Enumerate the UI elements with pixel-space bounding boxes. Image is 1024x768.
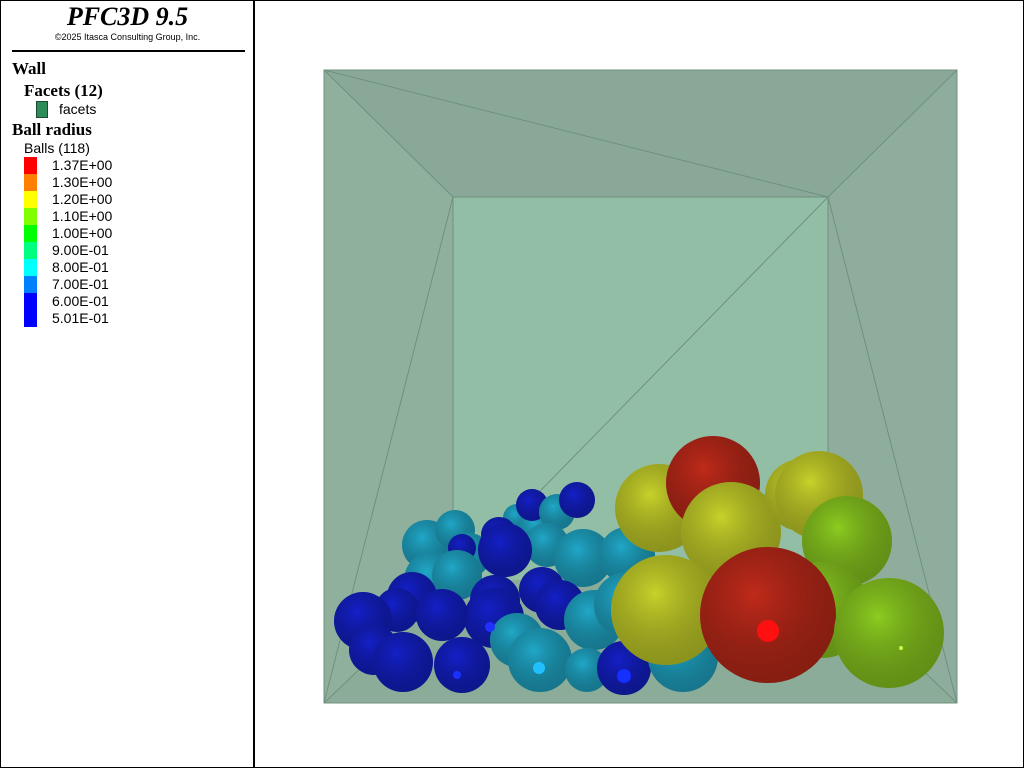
scale-label: 6.00E-01 <box>52 293 109 309</box>
balls-count-label: Balls (118) <box>24 140 90 156</box>
title-divider <box>12 50 245 52</box>
ball-center-marker <box>899 646 903 650</box>
scale-swatch <box>24 174 37 191</box>
scale-label: 8.00E-01 <box>52 259 109 275</box>
ball-center-marker <box>533 662 545 674</box>
scale-swatch <box>24 310 37 327</box>
scale-label: 1.00E+00 <box>52 225 113 241</box>
pfc3d-window: PFC3D 9.5 ©2025 Itasca Consulting Group,… <box>0 0 1024 768</box>
scale-swatch <box>24 276 37 293</box>
scale-swatch <box>24 293 37 310</box>
facets-swatch <box>36 101 48 118</box>
3d-viewport[interactable] <box>257 0 1024 768</box>
ball-shading <box>834 578 944 688</box>
scale-label: 7.00E-01 <box>52 276 109 292</box>
ball-shading <box>508 628 572 692</box>
ball-shading <box>478 523 532 577</box>
scale-label: 1.20E+00 <box>52 191 113 207</box>
scale-swatch <box>24 225 37 242</box>
ball-shading <box>559 482 595 518</box>
scale-label: 1.10E+00 <box>52 208 113 224</box>
copyright-text: ©2025 Itasca Consulting Group, Inc. <box>54 32 201 42</box>
legend-panel: PFC3D 9.5 ©2025 Itasca Consulting Group,… <box>0 0 255 768</box>
facets-heading: Facets (12) <box>24 81 103 100</box>
ball-center-marker <box>453 671 461 679</box>
scale-label: 1.30E+00 <box>52 174 113 190</box>
ball-shading <box>434 637 490 693</box>
ball-shading <box>373 632 433 692</box>
scale-swatch <box>24 208 37 225</box>
scale-label: 9.00E-01 <box>52 242 109 258</box>
ball-radius-heading: Ball radius <box>12 120 92 139</box>
facets-label: facets <box>59 101 97 117</box>
scale-swatch <box>24 191 37 208</box>
model-view <box>323 69 958 704</box>
ball-center-marker <box>757 620 779 642</box>
ball-shading <box>416 589 468 641</box>
scale-swatch <box>24 242 37 259</box>
app-title: PFC3D 9.5 <box>66 2 189 31</box>
scale-label: 5.01E-01 <box>52 310 109 326</box>
ball-center-marker <box>485 622 495 632</box>
scale-swatch <box>24 157 37 174</box>
ball-shading <box>700 547 836 683</box>
scale-label: 1.37E+00 <box>52 157 113 173</box>
scale-swatch <box>24 259 37 276</box>
wall-heading: Wall <box>12 59 47 78</box>
ball-center-marker <box>617 669 631 683</box>
